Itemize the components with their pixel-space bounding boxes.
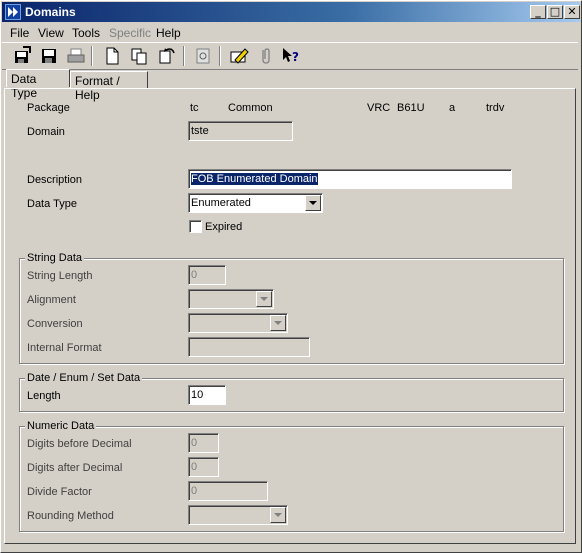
refresh-icon[interactable] xyxy=(193,46,213,66)
window-title: Domains xyxy=(25,5,76,19)
menu-file[interactable]: File xyxy=(10,26,29,40)
vrc-label: VRC xyxy=(367,102,391,114)
description-value: FOB Enumerated Domain xyxy=(191,173,318,185)
package-label: Package xyxy=(27,102,70,114)
tab-format-help[interactable]: Format / Help xyxy=(70,71,148,102)
divide-factor-field: 0 xyxy=(188,481,268,501)
tab-data-type[interactable]: Data Type xyxy=(6,69,70,100)
new-document-icon[interactable] xyxy=(102,46,122,66)
menu-view[interactable]: View xyxy=(38,26,64,40)
chevron-down-icon xyxy=(270,507,286,523)
whats-this-help-icon[interactable]: ? xyxy=(281,46,301,66)
divide-factor-label: Divide Factor xyxy=(27,486,92,498)
data-type-value: Enumerated xyxy=(191,197,251,209)
date-enum-set-title: Date / Enum / Set Data xyxy=(25,372,143,384)
conversion-label: Conversion xyxy=(27,318,83,330)
description-input[interactable]: FOB Enumerated Domain xyxy=(188,169,512,189)
toolbar: ? xyxy=(2,42,578,70)
maximize-button[interactable]: □ xyxy=(547,5,563,19)
package-code: tc xyxy=(190,102,199,114)
menu-tools[interactable]: Tools xyxy=(72,26,100,40)
digits-after-label: Digits after Decimal xyxy=(27,462,123,474)
menu-help[interactable]: Help xyxy=(156,26,181,40)
chevron-down-icon xyxy=(270,315,286,331)
menu-specific[interactable]: Specific xyxy=(109,26,151,40)
string-length-label: String Length xyxy=(27,270,93,282)
save-icon[interactable] xyxy=(39,46,59,66)
conversion-select xyxy=(188,313,288,333)
alignment-label: Alignment xyxy=(27,294,76,306)
svg-text:?: ? xyxy=(292,50,299,64)
vrc-trdv: trdv xyxy=(486,102,505,114)
alignment-select xyxy=(188,289,274,309)
rounding-method-select xyxy=(188,505,288,525)
vrc-a: a xyxy=(449,102,456,114)
digits-before-label: Digits before Decimal xyxy=(27,438,132,450)
undo-icon[interactable] xyxy=(156,46,176,66)
minimize-button[interactable]: _ xyxy=(530,5,546,19)
domain-field: tste xyxy=(188,121,293,141)
domain-label: Domain xyxy=(27,126,65,138)
menu-bar: File View Tools Specific Help xyxy=(2,23,578,41)
vrc-value: B61U xyxy=(397,102,425,114)
copy-icon[interactable] xyxy=(129,46,149,66)
rounding-method-label: Rounding Method xyxy=(27,510,114,522)
string-data-title: String Data xyxy=(25,252,85,264)
title-bar[interactable]: Domains _ □ ✕ xyxy=(2,2,580,22)
save-close-icon[interactable] xyxy=(12,46,32,66)
chevron-down-icon[interactable] xyxy=(305,195,321,211)
chevron-down-icon xyxy=(256,291,272,307)
string-length-field: 0 xyxy=(188,265,226,285)
internal-format-label: Internal Format xyxy=(27,342,102,354)
numeric-data-title: Numeric Data xyxy=(25,420,97,432)
length-input[interactable]: 10 xyxy=(188,385,226,405)
description-label: Description xyxy=(27,174,83,186)
attach-icon[interactable] xyxy=(255,46,275,66)
expired-checkbox[interactable] xyxy=(189,220,202,233)
digits-after-field: 0 xyxy=(188,457,219,477)
print-icon[interactable] xyxy=(66,46,86,66)
package-name: Common xyxy=(228,102,273,114)
digits-before-field: 0 xyxy=(188,433,219,453)
length-label: Length xyxy=(27,390,61,402)
data-type-select[interactable]: Enumerated xyxy=(188,193,323,213)
internal-format-field xyxy=(188,337,310,357)
app-icon xyxy=(5,4,21,20)
expired-label: Expired xyxy=(205,221,243,233)
edit-pencil-icon[interactable] xyxy=(229,46,249,66)
close-button[interactable]: ✕ xyxy=(564,5,580,19)
data-type-label: Data Type xyxy=(27,198,77,210)
